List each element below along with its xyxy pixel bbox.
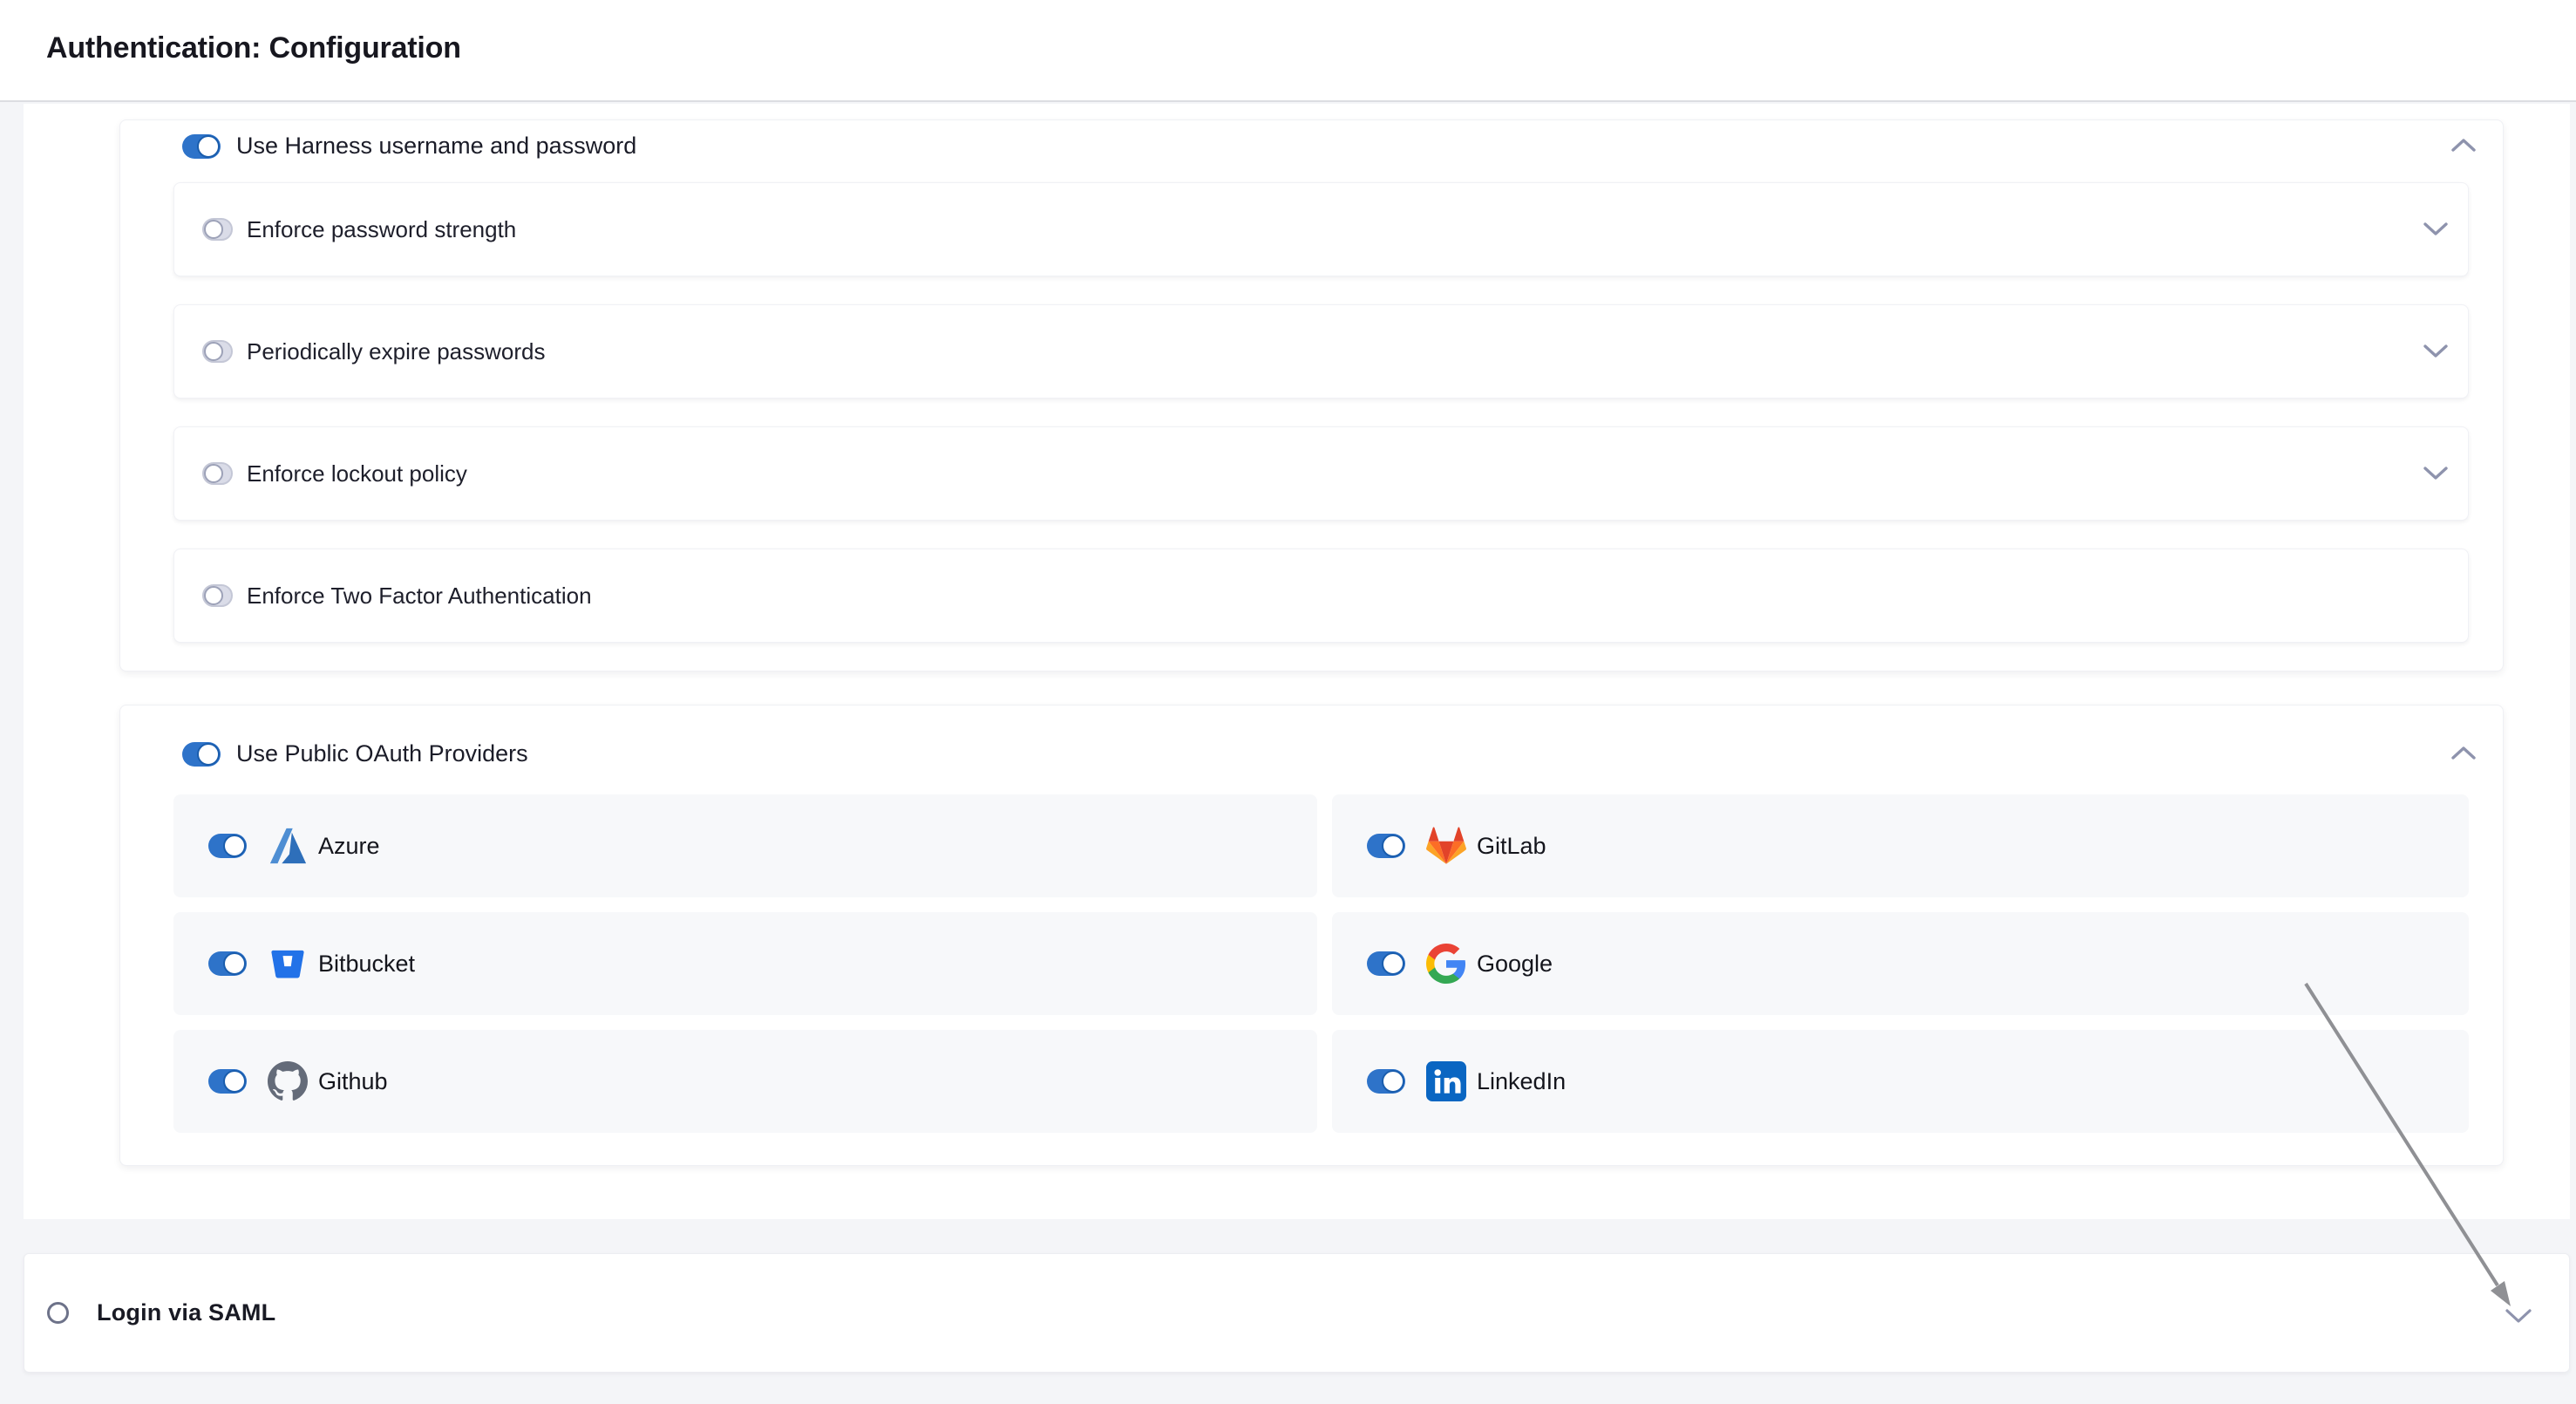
saml-card: Login via SAML bbox=[24, 1253, 2570, 1373]
saml-radio[interactable] bbox=[47, 1302, 69, 1324]
saml-label: Login via SAML bbox=[97, 1299, 275, 1326]
authentication-configuration-page: Authentication: Configuration Use Harnes… bbox=[0, 0, 2576, 1404]
chevron-down-icon[interactable] bbox=[2505, 1309, 2532, 1324]
main-panel: Use Harness username and password Enforc… bbox=[24, 104, 2570, 1219]
periodically-expire-passwords-toggle[interactable] bbox=[202, 340, 233, 363]
enforce-two-factor-toggle[interactable] bbox=[202, 584, 233, 607]
provider-row-gitlab: GitLab bbox=[1332, 794, 2469, 897]
enforce-two-factor-row: Enforce Two Factor Authentication bbox=[173, 549, 2469, 643]
google-icon bbox=[1426, 944, 1466, 984]
chevron-down-icon[interactable] bbox=[2423, 467, 2449, 480]
chevron-down-icon[interactable] bbox=[2423, 344, 2449, 358]
row-label: Periodically expire passwords bbox=[247, 338, 545, 365]
gitlab-toggle[interactable] bbox=[1367, 834, 1405, 858]
enforce-password-strength-row: Enforce password strength bbox=[173, 182, 2469, 276]
provider-label: Google bbox=[1477, 951, 1553, 978]
harness-username-password-toggle[interactable] bbox=[182, 134, 221, 159]
row-label: Enforce password strength bbox=[247, 216, 516, 243]
oauth-section-label: Use Public OAuth Providers bbox=[236, 740, 528, 767]
chevron-up-icon[interactable] bbox=[2450, 746, 2477, 760]
periodically-expire-passwords-row: Periodically expire passwords bbox=[173, 304, 2469, 399]
provider-label: GitLab bbox=[1477, 833, 1546, 860]
bitbucket-icon bbox=[268, 944, 308, 984]
oauth-providers-card: Use Public OAuth Providers Azure bbox=[119, 705, 2504, 1166]
row-label: Enforce lockout policy bbox=[247, 460, 467, 487]
github-icon bbox=[268, 1061, 308, 1101]
enforce-lockout-policy-toggle[interactable] bbox=[202, 462, 233, 485]
enforce-lockout-policy-row: Enforce lockout policy bbox=[173, 426, 2469, 521]
password-auth-card: Use Harness username and password Enforc… bbox=[119, 119, 2504, 671]
chevron-up-icon[interactable] bbox=[2450, 138, 2477, 152]
enforce-password-strength-toggle[interactable] bbox=[202, 218, 233, 241]
azure-icon bbox=[268, 826, 308, 866]
linkedin-icon bbox=[1426, 1061, 1466, 1101]
provider-row-bitbucket: Bitbucket bbox=[173, 912, 1317, 1015]
provider-label: Bitbucket bbox=[318, 951, 415, 978]
row-label: Enforce Two Factor Authentication bbox=[247, 583, 592, 610]
linkedin-toggle[interactable] bbox=[1367, 1069, 1405, 1094]
azure-toggle[interactable] bbox=[208, 834, 247, 858]
provider-label: LinkedIn bbox=[1477, 1068, 1566, 1095]
page-title: Authentication: Configuration bbox=[46, 31, 461, 65]
google-toggle[interactable] bbox=[1367, 951, 1405, 976]
oauth-section-header: Use Public OAuth Providers bbox=[182, 740, 528, 767]
password-section-header: Use Harness username and password bbox=[182, 133, 636, 160]
bitbucket-toggle[interactable] bbox=[208, 951, 247, 976]
password-section-label: Use Harness username and password bbox=[236, 133, 636, 160]
provider-label: Github bbox=[318, 1068, 388, 1095]
oauth-provider-grid: Azure Bitbucket bbox=[173, 794, 2469, 1133]
page-header: Authentication: Configuration bbox=[0, 0, 2576, 102]
provider-label: Azure bbox=[318, 833, 380, 860]
public-oauth-providers-toggle[interactable] bbox=[182, 742, 221, 767]
provider-row-linkedin: LinkedIn bbox=[1332, 1030, 2469, 1133]
provider-row-github: Github bbox=[173, 1030, 1317, 1133]
provider-row-azure: Azure bbox=[173, 794, 1317, 897]
gitlab-icon bbox=[1426, 826, 1466, 866]
provider-row-google: Google bbox=[1332, 912, 2469, 1015]
chevron-down-icon[interactable] bbox=[2423, 222, 2449, 236]
github-toggle[interactable] bbox=[208, 1069, 247, 1094]
